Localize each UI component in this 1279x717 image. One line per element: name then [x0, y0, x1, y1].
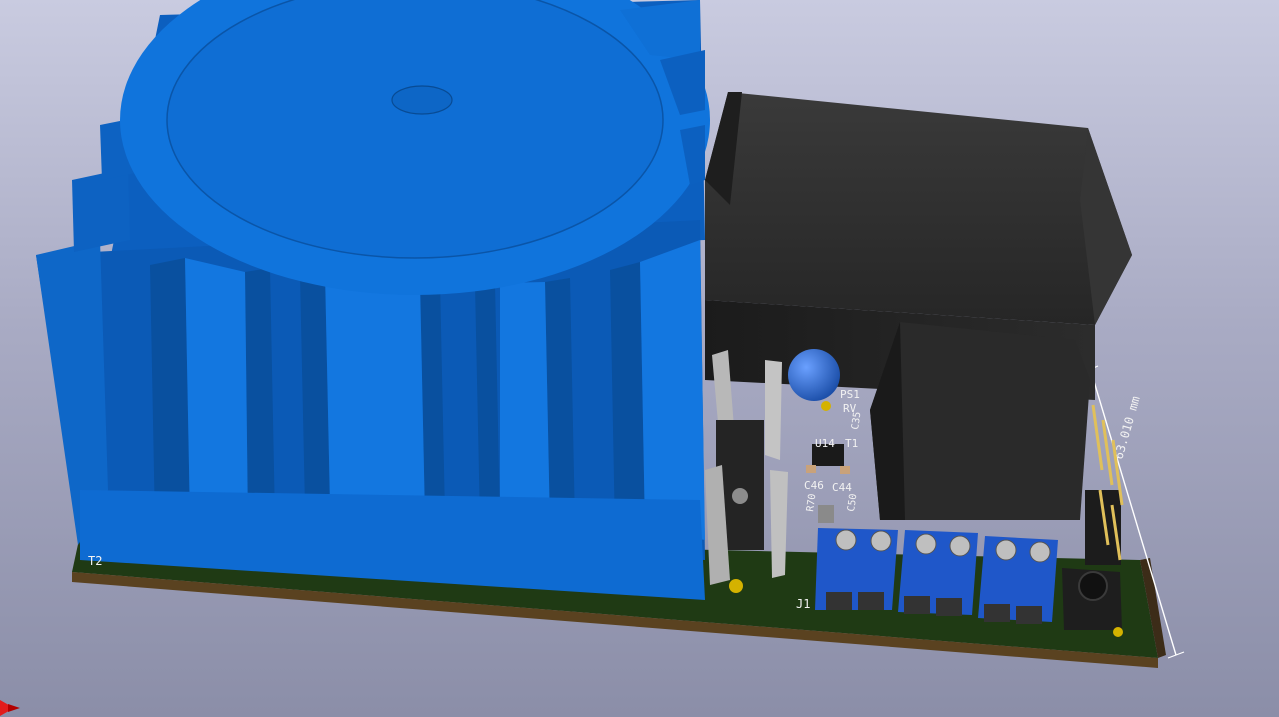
- ceramic-capacitor[interactable]: [788, 349, 840, 401]
- axis-origin-icon: [0, 700, 20, 716]
- label-ps1: PS1: [840, 388, 860, 401]
- label-c35: C35: [850, 411, 863, 430]
- 3d-viewport[interactable]: 63.010 mm T2 J1 PS1 RV U14 T1 C46 C44 C3…: [0, 0, 1279, 717]
- heatsink-transformer[interactable]: [36, 0, 710, 600]
- label-r70: R70: [805, 493, 818, 512]
- screw-terminal-1[interactable]: [815, 528, 898, 610]
- screw-terminal-3[interactable]: [978, 536, 1058, 624]
- label-j1: J1: [796, 597, 810, 611]
- label-t1: T1: [845, 437, 858, 450]
- label-c50: C50: [846, 493, 859, 512]
- pcb-3d-scene[interactable]: 63.010 mm T2 J1 PS1 RV U14 T1 C46 C44 C3…: [0, 0, 1279, 717]
- dimension-label: 63.010 mm: [1111, 394, 1142, 460]
- screw-terminals[interactable]: [815, 528, 1058, 624]
- pin-header[interactable]: [1085, 404, 1124, 565]
- label-c44: C44: [832, 481, 852, 494]
- tactile-button[interactable]: [1062, 568, 1123, 637]
- label-t2: T2: [88, 554, 102, 568]
- screw-terminal-2[interactable]: [898, 530, 978, 616]
- label-c46: C46: [804, 479, 824, 492]
- relay-small[interactable]: [870, 322, 1090, 520]
- label-u14: U14: [815, 437, 835, 450]
